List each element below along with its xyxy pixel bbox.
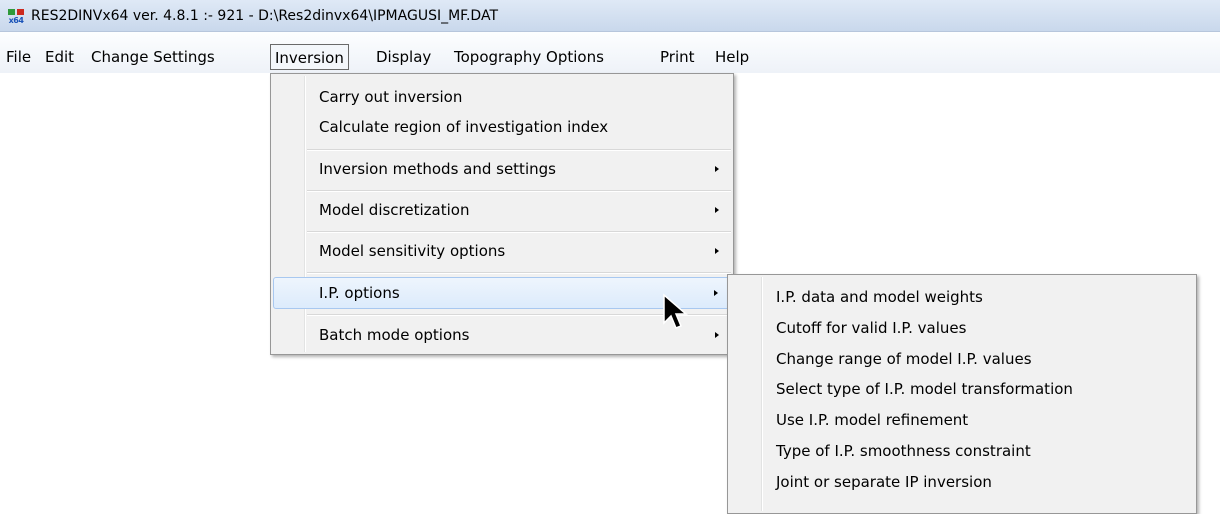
submenu-arrow-icon <box>715 248 719 254</box>
menu-item-model-discretization[interactable]: Model discretization <box>273 194 731 226</box>
mouse-cursor-icon <box>663 293 689 329</box>
menu-edit[interactable]: Edit <box>45 44 74 70</box>
menu-item-label: Type of I.P. smoothness constraint <box>776 442 1031 460</box>
menu-item-label: I.P. options <box>319 284 400 302</box>
menu-file[interactable]: File <box>6 44 31 70</box>
submenu-item-ip-refinement[interactable]: Use I.P. model refinement <box>730 404 1194 436</box>
submenu-arrow-icon <box>714 290 718 296</box>
menu-item-inversion-methods[interactable]: Inversion methods and settings <box>273 153 731 185</box>
menu-display[interactable]: Display <box>376 44 431 70</box>
menu-item-label: Calculate region of investigation index <box>319 118 609 136</box>
menu-change-settings[interactable]: Change Settings <box>91 44 215 70</box>
submenu-item-ip-smoothness[interactable]: Type of I.P. smoothness constraint <box>730 435 1194 467</box>
menu-item-label: Model discretization <box>319 201 470 219</box>
submenu-item-joint-separate-ip[interactable]: Joint or separate IP inversion <box>730 466 1194 498</box>
menu-item-label: I.P. data and model weights <box>776 288 983 306</box>
window-title: RES2DINVx64 ver. 4.8.1 :- 921 - D:\Res2d… <box>31 8 498 24</box>
menu-separator <box>307 149 731 151</box>
menu-item-label: Carry out inversion <box>319 88 463 106</box>
menu-item-label: Batch mode options <box>319 326 470 344</box>
app-icon-label: x64 <box>8 16 24 25</box>
menu-item-label: Model sensitivity options <box>319 242 506 260</box>
menu-separator <box>307 272 731 274</box>
ip-options-submenu: I.P. data and model weights Cutoff for v… <box>727 274 1197 514</box>
menu-bar: File Edit Change Settings Inversion Disp… <box>0 32 1220 73</box>
submenu-item-cutoff-valid-ip[interactable]: Cutoff for valid I.P. values <box>730 312 1194 344</box>
menu-item-label: Use I.P. model refinement <box>776 411 969 429</box>
menu-help[interactable]: Help <box>715 44 749 70</box>
menu-item-model-sensitivity[interactable]: Model sensitivity options <box>273 235 731 267</box>
menu-separator <box>307 231 731 233</box>
submenu-item-change-range-ip[interactable]: Change range of model I.P. values <box>730 343 1194 375</box>
menu-item-label: Change range of model I.P. values <box>776 350 1032 368</box>
menu-topography-options[interactable]: Topography Options <box>454 44 604 70</box>
menu-print[interactable]: Print <box>660 44 695 70</box>
title-bar: x64 RES2DINVx64 ver. 4.8.1 :- 921 - D:\R… <box>0 0 1220 32</box>
menu-item-label: Cutoff for valid I.P. values <box>776 319 967 337</box>
menu-item-label: Joint or separate IP inversion <box>776 473 992 491</box>
menu-item-label: Select type of I.P. model transformation <box>776 380 1073 398</box>
submenu-arrow-icon <box>715 207 719 213</box>
submenu-arrow-icon <box>715 332 719 338</box>
menu-item-carry-out-inversion[interactable]: Carry out inversion <box>273 81 731 113</box>
menu-item-label: Inversion methods and settings <box>319 160 556 178</box>
menu-item-calculate-roi-index[interactable]: Calculate region of investigation index <box>273 111 731 143</box>
submenu-arrow-icon <box>715 166 719 172</box>
app-icon[interactable]: x64 <box>7 8 25 26</box>
submenu-item-ip-data-weights[interactable]: I.P. data and model weights <box>730 281 1194 313</box>
menu-inversion[interactable]: Inversion <box>270 44 349 70</box>
submenu-item-ip-transformation[interactable]: Select type of I.P. model transformation <box>730 373 1194 405</box>
menu-separator <box>307 190 731 192</box>
